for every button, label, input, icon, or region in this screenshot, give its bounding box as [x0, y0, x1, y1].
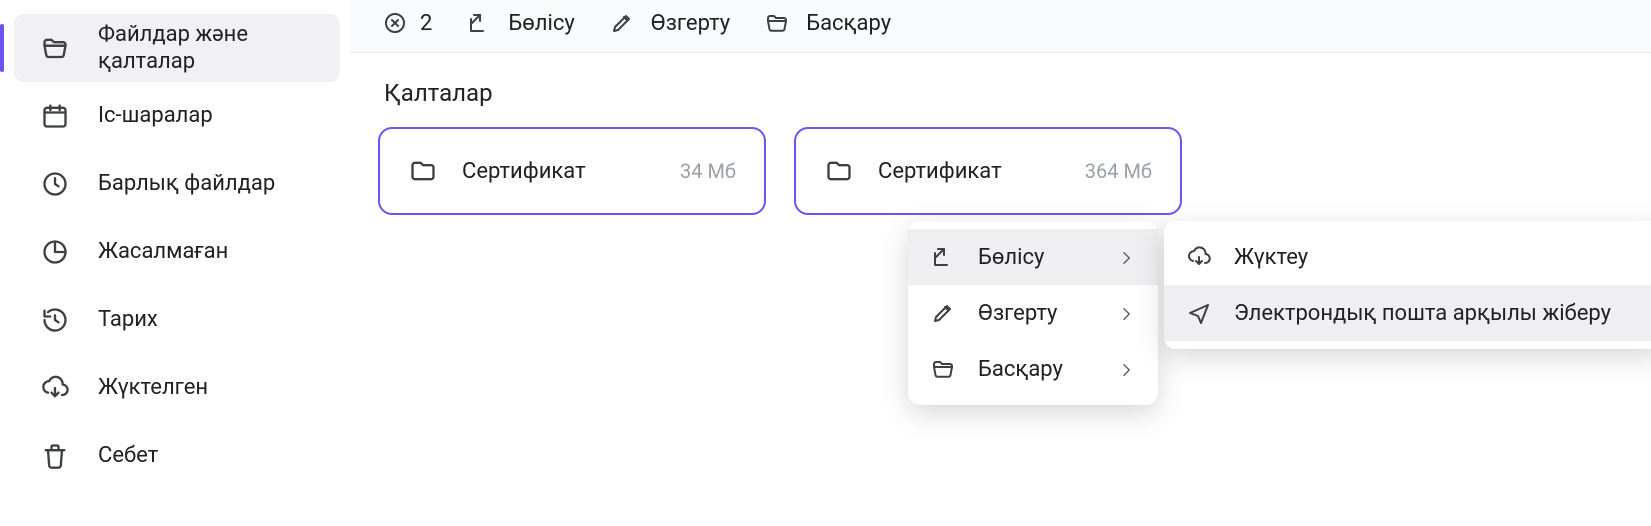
submenu-item-send-email[interactable]: Электрондық пошта арқылы жіберу — [1164, 285, 1651, 341]
folder-name: Сертификат — [462, 159, 656, 184]
clear-selection[interactable]: 2 — [382, 10, 432, 36]
download-cloud-icon — [1186, 244, 1212, 270]
main: 2 Бөлісу Өзгерту Басқару Қалталар Сертиф… — [350, 0, 1651, 526]
folder-card[interactable]: Сертификат 364 Мб — [794, 127, 1182, 215]
content-area: Қалталар Сертификат 34 Мб Сертификат 364… — [350, 53, 1651, 237]
menu-item-label: Басқару — [978, 357, 1096, 382]
context-menu: Бөлісу Өзгерту Басқару — [908, 221, 1158, 405]
manage-button[interactable]: Басқару — [764, 10, 891, 36]
sidebar-item-label: Жасалмаған — [98, 238, 228, 266]
pencil-icon — [609, 10, 635, 36]
sidebar-item-undone[interactable]: Жасалмаған — [14, 218, 340, 286]
folder-size: 364 Мб — [1085, 159, 1152, 183]
sidebar-item-label: Іс-шаралар — [98, 102, 213, 130]
selection-toolbar: 2 Бөлісу Өзгерту Басқару — [350, 0, 1651, 53]
edit-label: Өзгерту — [651, 11, 730, 36]
submenu-item-label: Жүктеу — [1234, 245, 1642, 270]
sidebar-item-label: Тарих — [98, 306, 158, 334]
sidebar-item-label: Жүктелген — [98, 374, 208, 402]
submenu-item-label: Электрондық пошта арқылы жіберу — [1234, 301, 1642, 326]
download-cloud-icon — [40, 373, 70, 403]
share-icon — [930, 244, 956, 270]
folder-open-icon — [930, 356, 956, 382]
sidebar-item-all-files[interactable]: Барлық файлдар — [14, 150, 340, 218]
sidebar-item-label: Файлдар және қалталар — [98, 21, 320, 76]
folder-icon — [824, 156, 854, 186]
clock-icon — [40, 169, 70, 199]
folder-name: Сертификат — [878, 159, 1061, 184]
sidebar-item-label: Барлық файлдар — [98, 170, 275, 198]
sidebar-item-events[interactable]: Іс-шаралар — [14, 82, 340, 150]
pie-icon — [40, 237, 70, 267]
share-icon — [466, 10, 492, 36]
folder-icon — [408, 156, 438, 186]
section-title-folders: Қалталар — [384, 79, 1623, 107]
chevron-right-icon — [1118, 248, 1136, 266]
sidebar-item-files-folders[interactable]: Файлдар және қалталар — [14, 14, 340, 82]
sidebar-item-trash[interactable]: Себет — [14, 422, 340, 490]
folder-open-icon — [40, 33, 70, 63]
history-icon — [40, 305, 70, 335]
manage-label: Басқару — [806, 11, 891, 36]
folders-grid: Сертификат 34 Мб Сертификат 364 Мб — [378, 127, 1623, 215]
edit-button[interactable]: Өзгерту — [609, 10, 730, 36]
folder-open-icon — [764, 10, 790, 36]
chevron-right-icon — [1118, 360, 1136, 378]
menu-item-label: Өзгерту — [978, 301, 1096, 326]
circle-x-icon — [382, 10, 408, 36]
folder-card[interactable]: Сертификат 34 Мб — [378, 127, 766, 215]
trash-icon — [40, 441, 70, 471]
menu-item-share[interactable]: Бөлісу — [908, 229, 1158, 285]
context-submenu-share: Жүктеу Электрондық пошта арқылы жіберу — [1164, 221, 1651, 349]
submenu-item-download[interactable]: Жүктеу — [1164, 229, 1651, 285]
menu-item-label: Бөлісу — [978, 245, 1096, 270]
menu-item-edit[interactable]: Өзгерту — [908, 285, 1158, 341]
menu-item-manage[interactable]: Басқару — [908, 341, 1158, 397]
send-icon — [1186, 300, 1212, 326]
chevron-right-icon — [1118, 304, 1136, 322]
sidebar-item-history[interactable]: Тарих — [14, 286, 340, 354]
sidebar-item-downloaded[interactable]: Жүктелген — [14, 354, 340, 422]
sidebar-item-label: Себет — [98, 442, 158, 470]
share-label: Бөлісу — [508, 11, 574, 36]
sidebar: Файлдар және қалталар Іс-шаралар Барлық … — [0, 0, 350, 526]
pencil-icon — [930, 300, 956, 326]
selected-count: 2 — [420, 11, 432, 36]
folder-size: 34 Мб — [680, 159, 736, 183]
share-button[interactable]: Бөлісу — [466, 10, 574, 36]
calendar-icon — [40, 101, 70, 131]
